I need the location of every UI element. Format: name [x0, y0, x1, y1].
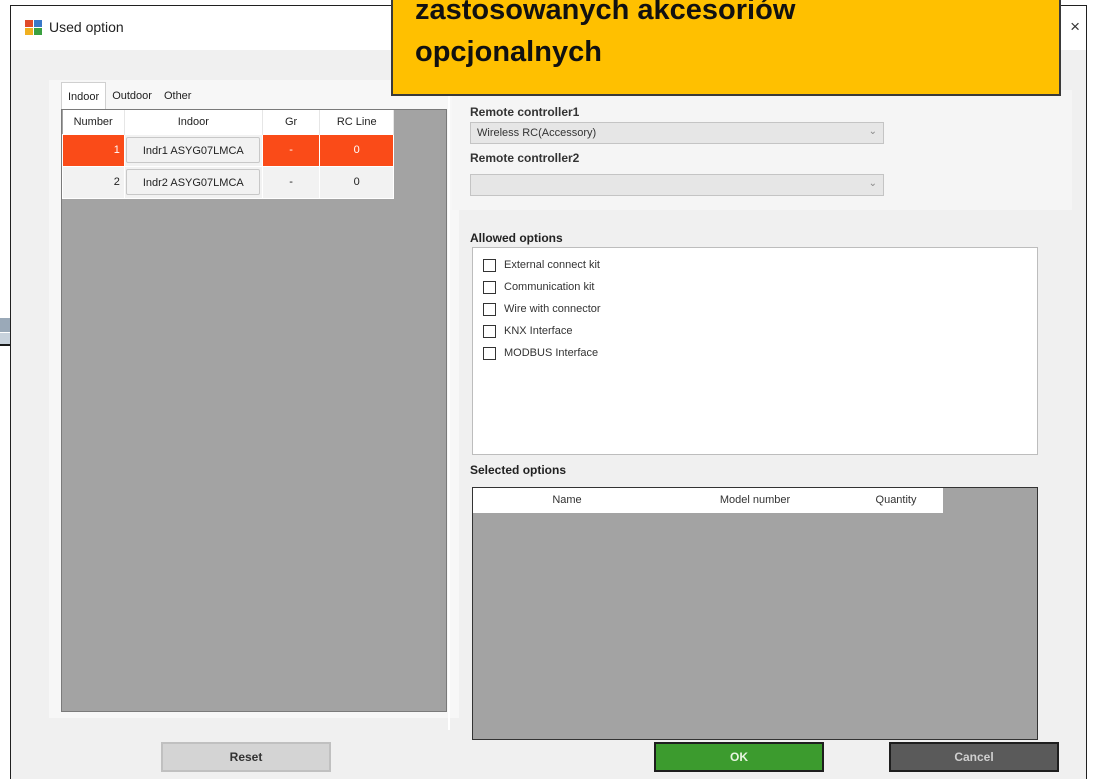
- rc1-dropdown[interactable]: Wireless RC(Accessory) ⌄: [470, 122, 884, 144]
- cell-rc-line: 0: [319, 133, 394, 167]
- column-header-indoor: Indoor: [124, 110, 263, 134]
- annotation-callout: zastosowanych akcesoriów opcjonalnych: [391, 0, 1061, 96]
- option-external-connect-kit[interactable]: External connect kit: [483, 254, 1027, 276]
- rc1-value: Wireless RC(Accessory): [477, 127, 597, 139]
- table-row[interactable]: 2 Indr2 ASYG07LMCA - 0: [62, 165, 394, 199]
- option-knx-interface[interactable]: KNX Interface: [483, 320, 1027, 342]
- checkbox[interactable]: [483, 258, 496, 272]
- callout-text-line2: opcjonalnych: [415, 36, 602, 68]
- allowed-options-list: External connect kit Communication kit W…: [472, 247, 1038, 455]
- rc2-label: Remote controller2: [470, 151, 580, 165]
- app-icon: [25, 20, 42, 35]
- callout-text-line1: zastosowanych akcesoriów: [415, 0, 796, 26]
- indoor-grid: Number Indoor Gr RC Line 1 Indr1 ASYG07L…: [61, 109, 447, 712]
- column-header-rc-line: RC Line: [319, 110, 394, 134]
- selected-options-label: Selected options: [470, 463, 567, 477]
- option-label: Wire with connector: [504, 303, 601, 315]
- panel-divider: [448, 46, 450, 730]
- cell-indoor: Indr1 ASYG07LMCA: [123, 133, 263, 167]
- allowed-options-label: Allowed options: [470, 231, 563, 245]
- indoor-unit-button[interactable]: Indr2 ASYG07LMCA: [126, 169, 261, 195]
- tab-strip: Indoor Outdoor Other: [61, 82, 198, 112]
- checkbox[interactable]: [483, 324, 496, 338]
- table-header-row: Number Indoor Gr RC Line: [62, 110, 394, 134]
- option-communication-kit[interactable]: Communication kit: [483, 276, 1027, 298]
- option-wire-with-connector[interactable]: Wire with connector: [483, 298, 1027, 320]
- cell-number: 2: [62, 165, 125, 199]
- column-header-number: Number: [62, 110, 125, 134]
- tab-outdoor[interactable]: Outdoor: [106, 82, 158, 110]
- checkbox[interactable]: [483, 302, 496, 316]
- cell-gr: -: [261, 165, 321, 199]
- cell-number: 1: [62, 133, 125, 167]
- window-title: Used option: [49, 19, 124, 35]
- reset-button[interactable]: Reset: [161, 742, 331, 772]
- rc2-dropdown[interactable]: ⌄: [470, 174, 884, 196]
- column-header-name: Name: [552, 494, 582, 506]
- indoor-table: Number Indoor Gr RC Line 1 Indr1 ASYG07L…: [62, 110, 394, 199]
- indoor-unit-button[interactable]: Indr1 ASYG07LMCA: [126, 137, 261, 163]
- chevron-down-icon: ⌄: [868, 126, 877, 137]
- option-label: Communication kit: [504, 281, 595, 293]
- chevron-down-icon: ⌄: [868, 178, 877, 189]
- column-header-model-number: Model number: [719, 494, 791, 506]
- tab-other[interactable]: Other: [158, 82, 198, 110]
- cancel-button[interactable]: Cancel: [889, 742, 1059, 772]
- selected-options-grid: Name Model number Quantity: [472, 487, 1038, 740]
- close-icon[interactable]: ×: [1070, 18, 1080, 35]
- ok-button[interactable]: OK: [654, 742, 824, 772]
- option-label: KNX Interface: [504, 325, 573, 337]
- cell-rc-line: 0: [319, 165, 394, 199]
- cell-indoor: Indr2 ASYG07LMCA: [123, 165, 263, 199]
- remote-controller-section: Remote controller1 Wireless RC(Accessory…: [452, 90, 1072, 210]
- option-label: External connect kit: [504, 259, 600, 271]
- checkbox[interactable]: [483, 346, 496, 360]
- column-header-gr: Gr: [262, 110, 321, 134]
- column-header-quantity: Quantity: [875, 494, 917, 506]
- option-label: MODBUS Interface: [504, 347, 599, 359]
- checkbox[interactable]: [483, 280, 496, 294]
- selected-grid-header: Name Model number Quantity: [473, 488, 943, 513]
- option-modbus-interface[interactable]: MODBUS Interface: [483, 342, 1027, 364]
- indoor-panel: Indoor Outdoor Other Number Indoor Gr RC…: [49, 80, 459, 718]
- cell-gr: -: [261, 133, 321, 167]
- tab-indoor[interactable]: Indoor: [61, 82, 107, 112]
- table-row[interactable]: 1 Indr1 ASYG07LMCA - 0: [62, 133, 394, 167]
- rc1-label: Remote controller1: [470, 105, 580, 119]
